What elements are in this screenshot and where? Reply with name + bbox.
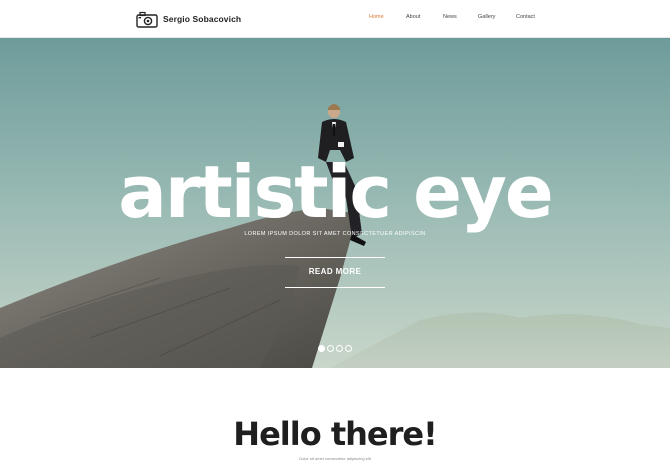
hero-subtitle: LOREM IPSUM DOLOR SIT AMET CONSECTETUER … xyxy=(244,231,426,237)
nav-item-about[interactable]: About xyxy=(406,14,420,20)
site-header: Sergio Sobacovich Home About News Galler… xyxy=(0,0,670,38)
hero-slider: artistic eye LOREM IPSUM DOLOR SIT AMET … xyxy=(0,38,670,368)
intro-subtitle: Dolor sit amet consectetur adipiscing el… xyxy=(299,456,371,461)
nav-item-home[interactable]: Home xyxy=(369,14,384,20)
intro-title: Hello there! xyxy=(233,415,437,453)
hero-title: artistic eye xyxy=(118,150,554,234)
slider-dot-3[interactable] xyxy=(336,345,343,352)
read-more-button[interactable]: READ MORE xyxy=(285,257,385,288)
slider-dot-1[interactable] xyxy=(318,345,325,352)
slider-dot-4[interactable] xyxy=(345,345,352,352)
slider-pagination xyxy=(0,345,670,352)
nav-item-gallery[interactable]: Gallery xyxy=(478,14,495,20)
slider-dot-2[interactable] xyxy=(327,345,334,352)
nav-item-contact[interactable]: Contact xyxy=(516,14,535,20)
main-nav: Home About News Gallery Contact xyxy=(0,14,670,26)
nav-item-news[interactable]: News xyxy=(443,14,457,20)
